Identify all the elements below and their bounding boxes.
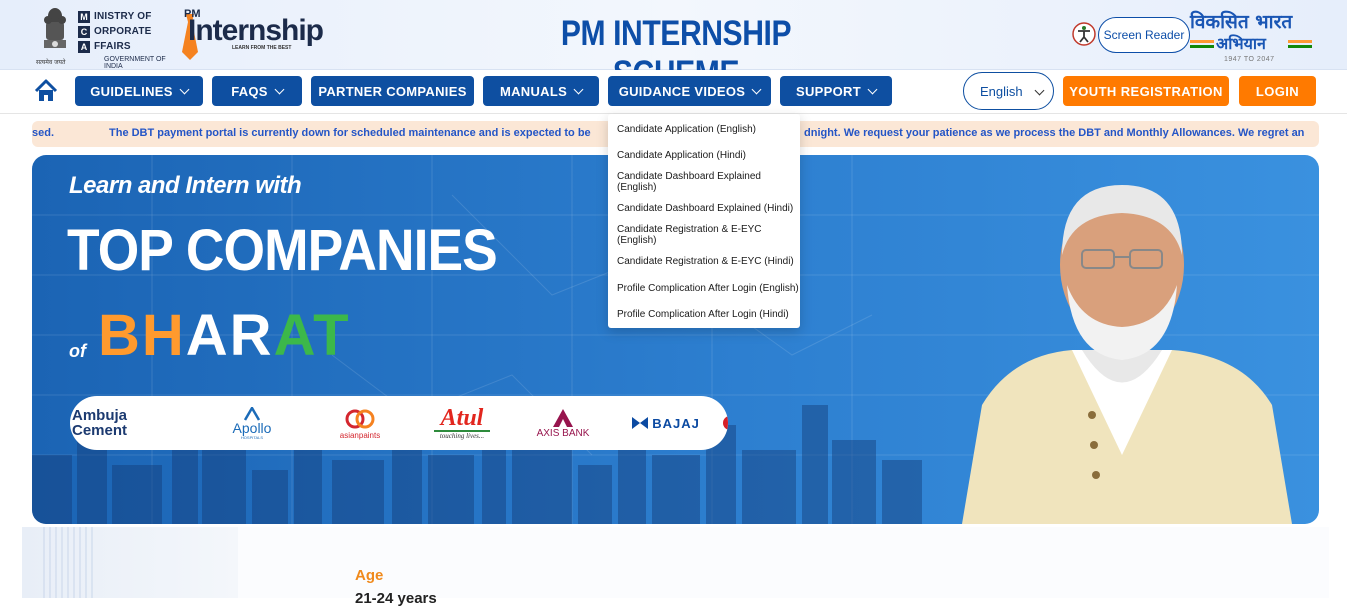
hero-tagline: Learn and Intern with <box>69 172 302 199</box>
main-navigation: GUIDELINES FAQS PARTNER COMPANIES MANUAL… <box>0 70 1347 114</box>
dropdown-item[interactable]: Candidate Registration & E-EYC (Hindi) <box>608 249 800 276</box>
nav-partner-companies[interactable]: PARTNER COMPANIES <box>311 76 474 106</box>
nav-guidance-videos[interactable]: GUIDANCE VIDEOS <box>608 76 771 106</box>
dropdown-item[interactable]: Candidate Dashboard Explained (English) <box>608 169 800 196</box>
login-button[interactable]: LOGIN <box>1239 76 1316 106</box>
bharat-part: AR <box>185 303 274 368</box>
mca-letter: M <box>78 10 90 23</box>
mca-word: FFAIRS <box>94 41 131 52</box>
flag-stripe <box>1288 45 1312 48</box>
language-select[interactable]: English <box>963 72 1054 110</box>
company-logos-strip: Ambuja Cement Apollo HOSPITALS asianpain… <box>70 396 728 450</box>
nav-label: SUPPORT <box>796 83 861 99</box>
nav-guidelines[interactable]: GUIDELINES <box>75 76 203 106</box>
bharat-part: BH <box>98 303 186 368</box>
ambuja-cement-logo: Ambuja Cement <box>72 396 146 450</box>
mca-logo: M INISTRY OF C ORPORATE A FFAIRS GOVERNMENT… <box>78 9 173 70</box>
logo-text: Cement <box>72 422 128 439</box>
national-emblem-icon <box>44 8 66 48</box>
prime-minister-portrait <box>962 185 1292 524</box>
screen-reader-button[interactable]: Screen Reader <box>1098 17 1190 53</box>
home-icon[interactable] <box>33 78 59 104</box>
axis-bank-logo: AXIS BANK <box>530 396 596 450</box>
flag-stripe <box>1190 40 1214 43</box>
hero-headline: TOP COMPANIES <box>67 218 498 283</box>
nav-manuals[interactable]: MANUALS <box>483 76 599 106</box>
logo-text: BAJAJ <box>652 415 700 431</box>
vba-years: 1947 TO 2047 <box>1224 56 1275 63</box>
nav-faqs[interactable]: FAQS <box>212 76 302 106</box>
hero-of: of <box>69 341 86 361</box>
vba-line1: विकसित भारत <box>1190 11 1293 33</box>
bharat-part: AT <box>273 303 351 368</box>
mca-word: ORPORATE <box>94 26 152 37</box>
dropdown-item[interactable]: Profile Complication After Login (Hindi) <box>608 302 800 329</box>
language-selected: English <box>980 83 1023 99</box>
decorative-lines <box>43 527 93 598</box>
age-label: Age <box>355 567 384 584</box>
dropdown-item[interactable]: Candidate Application (English) <box>608 116 800 143</box>
dropdown-item[interactable]: Candidate Application (Hindi) <box>608 143 800 170</box>
pm-internship-logo[interactable]: PM Internship LEARN FROM THE BEST <box>178 8 324 64</box>
nav-label: PARTNER COMPANIES <box>318 83 467 99</box>
age-value: 21-24 years <box>355 590 437 607</box>
chevron-down-icon <box>867 84 878 94</box>
mca-word: INISTRY OF <box>94 11 152 22</box>
nav-label: GUIDANCE VIDEOS <box>618 83 746 99</box>
pmi-tagline: LEARN FROM THE BEST <box>232 45 292 51</box>
chevron-down-icon <box>751 84 762 94</box>
section-decoration <box>22 527 238 598</box>
dropdown-item[interactable]: Profile Complication After Login (Englis… <box>608 275 800 302</box>
accessibility-icon[interactable] <box>1072 22 1096 46</box>
bajaj-finserv-logo: Ba <box>722 396 728 450</box>
nav-label: FAQS <box>231 83 268 99</box>
atul-logo: Atul touching lives... <box>430 396 494 450</box>
mca-letter: A <box>78 40 90 53</box>
asian-paints-mark-icon <box>345 409 375 428</box>
guidance-videos-dropdown: Candidate Application (English) Candidat… <box>608 114 800 328</box>
apollo-logo: Apollo HOSPITALS <box>220 396 284 450</box>
nav-label: MANUALS <box>499 83 568 99</box>
flag-stripe <box>1190 45 1214 48</box>
dropdown-item[interactable]: Candidate Registration & E-EYC (English) <box>608 222 800 249</box>
logo-text: Ambuja <box>72 407 128 424</box>
flag-stripe <box>1288 40 1312 43</box>
site-header: सत्यमेव जयते M INISTRY OF C ORPORATE A FFAI… <box>0 0 1347 93</box>
bajaj-finserv-mark-icon <box>723 416 728 430</box>
nav-support[interactable]: SUPPORT <box>780 76 892 106</box>
mca-government-label: GOVERNMENT OF INDIA <box>104 56 166 70</box>
dropdown-item[interactable]: Candidate Dashboard Explained (Hindi) <box>608 196 800 223</box>
logo-text: AXIS BANK <box>536 427 590 439</box>
hero-bharat: BHARAT <box>98 302 351 369</box>
youth-registration-button[interactable]: YOUTH REGISTRATION <box>1063 76 1229 106</box>
ticker-message: The DBT payment portal is currently down… <box>109 127 591 139</box>
logo-text: touching lives... <box>439 432 485 440</box>
apollo-mark-icon <box>243 406 261 421</box>
logo-text: HOSPITALS <box>240 434 264 440</box>
bajaj-mark-icon <box>632 417 649 429</box>
bajaj-logo: BAJAJ <box>626 396 706 450</box>
logo-text: asianpaints <box>339 430 381 440</box>
chevron-down-icon <box>274 84 285 94</box>
logo-text: Atul <box>440 405 484 431</box>
asian-paints-logo: asianpaints <box>330 396 390 450</box>
mca-letter: C <box>78 25 90 38</box>
eligibility-section <box>22 527 1329 598</box>
viksit-bharat-logo: विकसित भारत अभियान 1947 TO 2047 <box>1188 8 1318 66</box>
emblem-motto: सत्यमेव जयते <box>36 59 66 66</box>
vba-line2: अभियान <box>1216 34 1266 53</box>
ticker-fragment: sed. <box>32 127 55 139</box>
chevron-down-icon <box>1034 85 1045 96</box>
nav-label: GUIDELINES <box>90 83 173 99</box>
logo-text: Apollo <box>232 419 272 436</box>
chevron-down-icon <box>573 84 584 94</box>
pmi-wordmark: Internship <box>188 14 324 47</box>
ticker-message-tail: dnight. We request your patience as we p… <box>804 127 1305 139</box>
chevron-down-icon <box>179 84 190 94</box>
axis-bank-mark-icon <box>553 408 573 427</box>
